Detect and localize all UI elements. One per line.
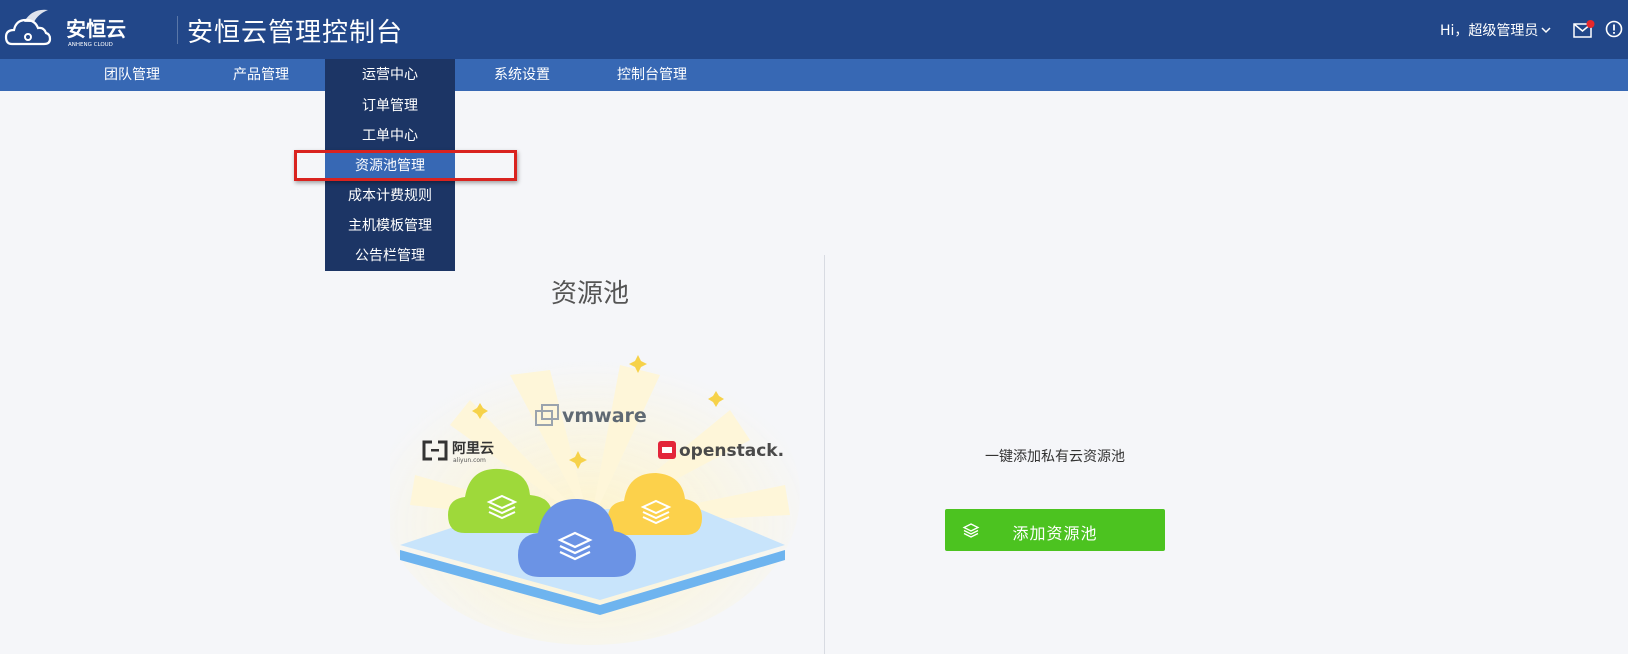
nav-item-operations[interactable]: 运营中心 bbox=[325, 59, 455, 91]
menu-item-cost-billing[interactable]: 成本计费规则 bbox=[325, 181, 455, 211]
add-resource-pool-label: 添加资源池 bbox=[1012, 526, 1098, 543]
user-menu[interactable]: Hi，超级管理员 bbox=[1440, 20, 1551, 40]
menu-item-bulletin[interactable]: 公告栏管理 bbox=[325, 241, 455, 271]
top-header: 安恒云 ANHENG CLOUD 安恒云管理控制台 Hi，超级管理员 bbox=[0, 0, 1628, 59]
resource-pool-illustration: vmware 阿里云 aliyun.com openstack. bbox=[390, 355, 800, 645]
cloud-logo-icon bbox=[4, 9, 52, 46]
sunburst-rays bbox=[390, 355, 800, 645]
notification-dot bbox=[1586, 20, 1595, 28]
aliyun-text: 阿里云 bbox=[452, 441, 494, 457]
tagline-text: 一键添加私有云资源池 bbox=[985, 449, 1125, 465]
operations-dropdown-menu: 订单管理 工单中心 资源池管理 成本计费规则 主机模板管理 公告栏管理 bbox=[325, 91, 455, 271]
brand-divider bbox=[177, 16, 178, 44]
console-title: 安恒云管理控制台 bbox=[187, 18, 404, 48]
menu-item-orders[interactable]: 订单管理 bbox=[325, 91, 455, 121]
user-greeting-text: Hi，超级管理员 bbox=[1440, 23, 1539, 39]
anheng-cloud-logo[interactable]: 安恒云 ANHENG CLOUD bbox=[4, 6, 129, 50]
chevron-down-icon bbox=[1541, 27, 1551, 34]
logo-text: 安恒云 bbox=[66, 17, 126, 41]
nav-item-product[interactable]: 产品管理 bbox=[217, 59, 305, 91]
nav-item-system-settings[interactable]: 系统设置 bbox=[478, 59, 566, 91]
mail-icon[interactable] bbox=[1573, 20, 1595, 38]
aliyun-domain-text: aliyun.com bbox=[453, 457, 486, 464]
info-icon[interactable] bbox=[1605, 20, 1623, 38]
menu-item-host-templates[interactable]: 主机模板管理 bbox=[325, 211, 455, 241]
nav-item-console-management[interactable]: 控制台管理 bbox=[608, 59, 696, 91]
openstack-text: openstack. bbox=[679, 441, 784, 461]
page-title: 资源池 bbox=[550, 279, 629, 309]
logo-subtext: ANHENG CLOUD bbox=[68, 42, 113, 48]
vmware-text: vmware bbox=[562, 405, 647, 427]
add-resource-pool-button[interactable]: 添加资源池 bbox=[945, 509, 1165, 551]
content-divider bbox=[824, 255, 825, 654]
main-nav: 团队管理 产品管理 运营中心 系统设置 控制台管理 bbox=[0, 59, 1628, 91]
nav-item-team[interactable]: 团队管理 bbox=[88, 59, 176, 91]
highlight-annotation-box bbox=[294, 150, 517, 181]
menu-item-tickets[interactable]: 工单中心 bbox=[325, 121, 455, 151]
